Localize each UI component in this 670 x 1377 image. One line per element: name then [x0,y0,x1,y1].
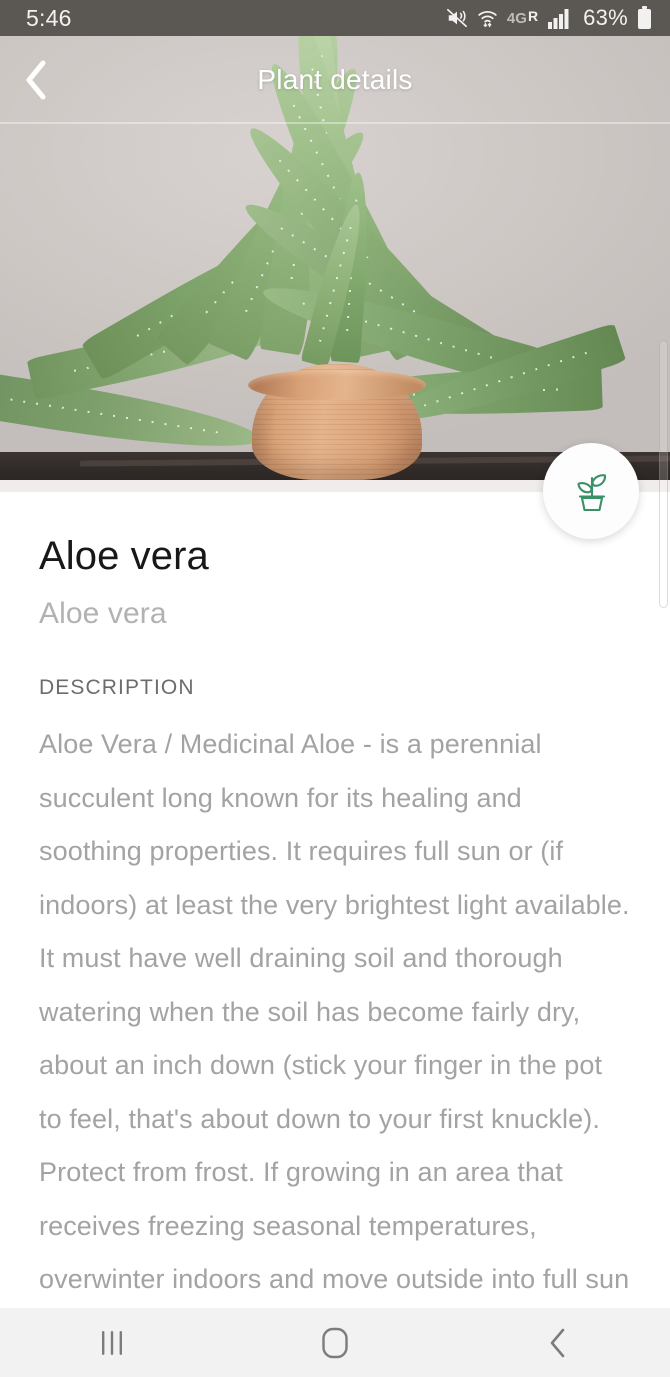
plant-name: Aloe vera [39,534,209,578]
status-time: 5:46 [26,4,72,31]
plant-details-content: Aloe vera Aloe vera DESCRIPTION Aloe Ver… [0,492,670,1308]
mute-vibrate-icon [446,7,468,29]
potted-plant-icon [570,469,612,513]
plant-action-button[interactable] [543,443,639,539]
chevron-left-icon [23,59,49,101]
header-divider [0,122,670,124]
vertical-scrollbar[interactable] [659,340,668,608]
page-title: Plant details [257,63,413,95]
home-icon [319,1326,351,1360]
description-section-label: DESCRIPTION [39,676,195,700]
back-chevron-icon [545,1326,571,1360]
battery-percent-label: 63% [583,5,628,30]
back-button[interactable] [0,36,72,123]
status-bar: 5:46 4G R 63% [0,0,670,36]
recents-icon [97,1327,127,1359]
roaming-label: R [527,7,539,24]
wifi-icon [477,7,498,29]
pot-rim [248,370,426,400]
network-4g-label: 4G [506,9,527,27]
signal-bars-icon [547,7,571,29]
plant-scientific-name: Aloe vera [39,596,167,630]
phone-screen: Plant details 5:46 4G R 63% Aloe vera Al… [0,0,670,1377]
nav-recents-button[interactable] [0,1308,223,1377]
nav-back-button[interactable] [447,1308,670,1377]
description-text: Aloe Vera / Medicinal Aloe - is a perenn… [39,729,630,1295]
status-icons: 4G R 63% [446,5,652,31]
app-header: Plant details [0,36,670,123]
battery-icon [637,6,652,30]
network-4g-roaming-icon: 4G R [506,7,539,27]
android-navigation-bar [0,1308,670,1377]
nav-home-button[interactable] [223,1308,446,1377]
